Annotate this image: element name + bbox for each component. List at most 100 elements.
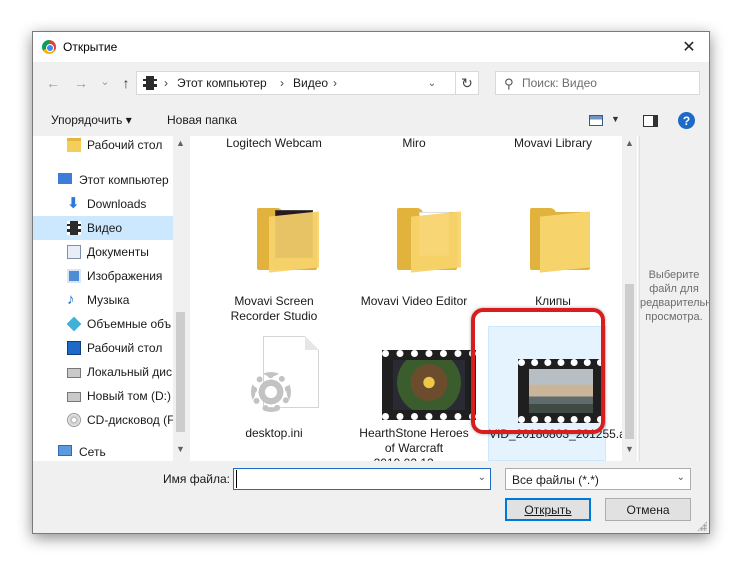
- folder-item-movavi-screen-recorder[interactable]: Movavi Screen Recorder Studio: [215, 208, 333, 328]
- navigation-pane: Рабочий стол Этот компьютер ⬇ Downloads …: [33, 136, 188, 461]
- command-toolbar: Упорядочить ▾ Новая папка ▼ ?: [33, 106, 709, 136]
- sidebar-item-downloads[interactable]: ⬇ Downloads: [33, 192, 173, 216]
- up-button[interactable]: ↑: [116, 72, 136, 94]
- change-view-icon[interactable]: [589, 115, 603, 126]
- sidebar-item-desktop[interactable]: Рабочий стол: [33, 336, 173, 360]
- download-icon: ⬇: [67, 195, 80, 212]
- back-button[interactable]: ←: [43, 72, 63, 94]
- sidebar-item-label: Этот компьютер: [79, 173, 169, 187]
- address-bar[interactable]: › Этот компьютер › Видео ›: [136, 71, 456, 95]
- folder-icon: [530, 208, 590, 273]
- search-box[interactable]: ⚲: [495, 71, 700, 95]
- sidebar-item-label: Локальный дис: [87, 365, 172, 379]
- file-type-value: Все файлы (*.*): [512, 473, 599, 487]
- file-type-select[interactable]: Все файлы (*.*) ⌄: [505, 468, 691, 490]
- sidebar-item-video[interactable]: Видео: [33, 216, 173, 240]
- sidebar-item-label: Видео: [87, 221, 123, 235]
- drive-icon: [67, 368, 81, 378]
- open-button[interactable]: Открыть: [505, 498, 591, 521]
- file-name-label: HearthStone Heroes of Warcraft 2019.02.1…: [359, 426, 469, 461]
- sidebar-item-this-pc[interactable]: Этот компьютер: [33, 168, 173, 192]
- breadcrumb-this-pc[interactable]: Этот компьютер: [177, 76, 267, 90]
- cd-drive-icon: [67, 413, 81, 427]
- sidebar-item-music[interactable]: ♪ Музыка: [33, 288, 173, 312]
- preview-pane-toggle-icon[interactable]: [643, 115, 658, 127]
- video-thumbnail-icon: [518, 359, 604, 423]
- breadcrumb-separator[interactable]: ›: [280, 76, 284, 90]
- file-name-label: desktop.ini: [245, 426, 303, 440]
- chevron-down-icon[interactable]: ⌄: [677, 472, 685, 483]
- scrollbar-thumb[interactable]: [176, 312, 185, 432]
- drive-icon: [67, 392, 81, 402]
- view-options-dropdown[interactable]: ▼: [611, 114, 620, 124]
- sidebar-item-3d-objects[interactable]: Объемные объ: [33, 312, 173, 336]
- search-icon: ⚲: [504, 76, 514, 91]
- close-button[interactable]: ✕: [669, 32, 709, 62]
- title-bar: Открытие ✕: [33, 32, 709, 62]
- file-view-scrollbar[interactable]: ▲ ▼: [622, 136, 637, 461]
- open-button-label: Открыть: [524, 502, 572, 517]
- navigation-pane-scrollbar[interactable]: ▲ ▼: [173, 136, 188, 461]
- video-folder-icon: [143, 76, 157, 90]
- settings-gear-icon: [251, 372, 291, 412]
- video-thumbnail-icon: [382, 350, 476, 420]
- documents-icon: [67, 245, 81, 259]
- computer-icon: [58, 173, 72, 184]
- sidebar-item-label: Сеть: [79, 445, 106, 459]
- new-folder-button[interactable]: Новая папка: [167, 113, 237, 127]
- sidebar-item-images[interactable]: Изображения: [33, 264, 173, 288]
- sidebar-item-label: Downloads: [87, 197, 147, 211]
- filename-combobox[interactable]: ⌄: [233, 468, 491, 490]
- breadcrumb-separator[interactable]: ›: [164, 76, 168, 90]
- sidebar-item-label: Новый том (D:): [87, 389, 171, 403]
- sidebar-item-label: Объемные объ: [87, 317, 172, 331]
- sidebar-item-new-volume[interactable]: Новый том (D:): [33, 384, 173, 408]
- folder-item-clips[interactable]: Клипы: [494, 208, 612, 328]
- sidebar-item-label: Музыка: [87, 293, 130, 307]
- sidebar-item-cd-drive[interactable]: CD-дисковод (F: [33, 408, 175, 432]
- refresh-button[interactable]: ↻: [455, 71, 479, 95]
- file-item-hearthstone-video[interactable]: HearthStone Heroes of Warcraft 2019.02.1…: [355, 336, 476, 461]
- scroll-up-arrow[interactable]: ▲: [173, 138, 188, 152]
- file-name-label: Movavi Screen Recorder Studio: [230, 294, 318, 323]
- file-item-desktop-ini[interactable]: desktop.ini: [215, 336, 333, 456]
- file-item-vid-20180803[interactable]: VID_20180803_201255.avi: [488, 326, 635, 461]
- desktop-icon: [67, 341, 81, 355]
- music-icon: ♪: [67, 291, 75, 308]
- filename-input[interactable]: [236, 470, 466, 488]
- organize-button[interactable]: Упорядочить ▾: [51, 113, 132, 127]
- folder-icon: [397, 208, 461, 273]
- open-file-dialog: Открытие ✕ ← → ⌄ ↑ › Этот компьютер › Ви…: [32, 31, 710, 534]
- file-name-label: VID_20180803_201255.avi: [489, 427, 635, 441]
- scroll-up-arrow[interactable]: ▲: [622, 138, 637, 152]
- scroll-down-arrow[interactable]: ▼: [173, 444, 188, 458]
- recent-locations-dropdown[interactable]: ⌄: [95, 70, 115, 92]
- forward-button[interactable]: →: [71, 72, 91, 94]
- breadcrumb-video[interactable]: Видео: [293, 76, 328, 90]
- file-name-label: Клипы: [535, 294, 571, 308]
- preview-pane: Выберите файл для предварительного просм…: [639, 136, 709, 461]
- folder-item-movavi-video-editor[interactable]: Movavi Video Editor: [355, 208, 473, 328]
- sidebar-item-label: Изображения: [87, 269, 163, 283]
- images-icon: [67, 269, 81, 283]
- sidebar-item-network[interactable]: Сеть: [33, 440, 173, 461]
- address-history-dropdown[interactable]: ⌄: [423, 71, 441, 95]
- breadcrumb-separator[interactable]: ›: [333, 76, 337, 90]
- folder-icon: [257, 208, 319, 273]
- filename-label: Имя файла:: [163, 472, 230, 486]
- sidebar-item-label: CD-дисковод (F: [87, 413, 175, 427]
- folder-icon: [67, 138, 81, 152]
- resize-grip[interactable]: [697, 521, 707, 531]
- sidebar-item-desktop-quick[interactable]: Рабочий стол: [33, 136, 173, 157]
- scrollbar-thumb[interactable]: [625, 284, 634, 439]
- help-icon[interactable]: ?: [678, 112, 695, 129]
- chevron-down-icon[interactable]: ⌄: [478, 472, 486, 483]
- sidebar-item-label: Рабочий стол: [87, 341, 163, 355]
- scroll-down-arrow[interactable]: ▼: [622, 444, 637, 458]
- search-input[interactable]: [522, 74, 692, 92]
- navigation-bar: ← → ⌄ ↑ › Этот компьютер › Видео › ⌄ ↻ ⚲: [33, 66, 709, 100]
- cancel-button[interactable]: Отмена: [605, 498, 691, 521]
- video-icon: [67, 221, 81, 235]
- sidebar-item-local-disk[interactable]: Локальный дис: [33, 360, 173, 384]
- sidebar-item-documents[interactable]: Документы: [33, 240, 173, 264]
